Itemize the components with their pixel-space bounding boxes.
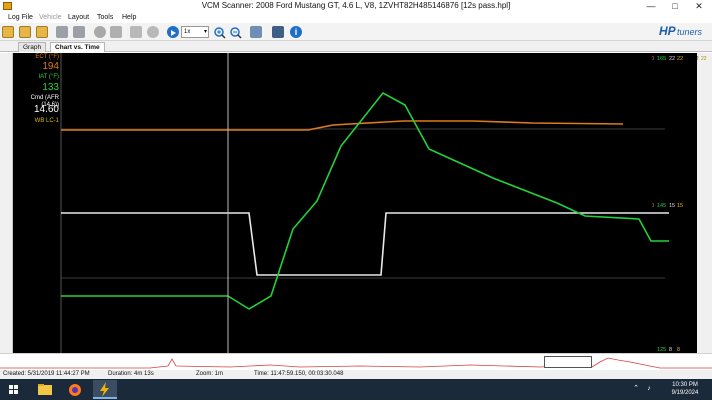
zoom-out-icon[interactable] [230,26,242,39]
menu-bar: Log File Vehicle Layout Tools Help [0,12,712,23]
folder-icon [38,384,52,395]
iat-series-line [61,91,669,310]
taskbar-file-explorer[interactable] [33,380,57,399]
channels-icon[interactable] [130,26,142,38]
volume-icon[interactable]: ♪ [645,385,653,393]
iat-value: 133 [42,82,59,93]
scale-top-wb-label: 22 [677,56,683,62]
zoom-out-glyph [230,27,242,39]
logo-hp: HP [659,24,676,38]
tab-graph[interactable]: Graph [18,42,47,52]
save-icon[interactable] [272,26,284,38]
scale-top-iat-label: 165 [657,56,666,62]
stop-icon[interactable] [110,26,122,38]
record-icon[interactable] [94,26,106,38]
open-folder-icon[interactable] [2,26,14,38]
taskbar-time: 10:30 PM [672,382,698,388]
window-title: VCM Scanner: 2008 Ford Mustang GT, 4.6 L… [201,1,511,10]
minimize-button[interactable]: — [640,0,662,12]
layout-icon[interactable] [250,26,262,38]
log-overview-strip[interactable] [0,353,712,370]
title-bar: VCM Scanner: 2008 Ford Mustang GT, 4.6 L… [0,0,712,12]
close-button[interactable]: ✕ [688,0,710,12]
playback-speed-value: 1x [184,29,191,35]
hptuners-logo: HP tuners [655,24,711,40]
wb-label: WB LC-1 [34,118,59,124]
menu-help[interactable]: Help [122,12,136,23]
scale-mid-afr-label: 15 [669,203,675,209]
menu-layout[interactable]: Layout [68,12,89,23]
open-log-icon[interactable] [19,26,31,38]
menu-tools[interactable]: Tools [97,12,113,23]
taskbar-firefox[interactable] [63,380,87,399]
zoom-in-glyph [214,27,226,39]
taskbar-date: 9/19/2024 [671,390,699,396]
status-zoom: Zoom: 1m [196,371,224,377]
taskbar-clock[interactable]: 10:30 PM 9/19/2024 [660,381,710,397]
ect-value: 194 [42,61,59,72]
ect-label: ECT (°F) [35,54,59,60]
chart-plot[interactable] [13,53,697,353]
status-duration: Duration: 4m 13s [108,371,154,377]
status-bar: Created: 5/31/2019 11:44:27 PM Duration:… [0,370,712,379]
overview-viewport-box[interactable] [544,356,592,368]
vcm-scanner-window: VCM Scanner: 2008 Ford Mustang GT, 4.6 L… [0,0,712,400]
windows-logo-icon [9,385,18,394]
maximize-button[interactable]: □ [664,0,686,12]
tab-chart-vs-time[interactable]: Chart vs. Time [50,42,105,52]
zoom-in-icon[interactable] [214,26,226,39]
left-panel-strip [0,53,13,353]
playback-speed-select[interactable]: 1x ▾ [181,26,209,38]
afr-value: 14.60 [33,104,59,115]
chart-area[interactable]: ECT (°F) 194 IAT (°F) 133 Cmd (AFR (14.6… [13,53,697,353]
chevron-down-icon: ▾ [203,29,207,35]
status-created: Created: 5/31/2019 11:44:27 PM [3,371,90,377]
scale-mid-ect-label: 150 [652,203,654,209]
vehicle-icon[interactable] [56,26,68,38]
channel-labels: ECT (°F) 194 IAT (°F) 133 Cmd (AFR (14.6… [13,53,61,133]
overview-sparkline [0,357,712,369]
info-icon[interactable]: i [290,26,302,38]
scale-mid-wb-label: 15 [677,203,683,209]
play-glyph [171,30,176,36]
overview-trace-right [591,357,712,369]
iat-label: IAT (°F) [38,74,59,80]
tab-bar: Graph Chart vs. Time [0,41,712,52]
overview-trace [0,358,561,369]
save-log-icon[interactable] [36,26,48,38]
scale-top-ect-label: 240 [652,56,654,62]
scale-mid-iat-label: 145 [657,203,666,209]
taskbar-vcm-scanner[interactable] [93,380,117,399]
start-button[interactable] [2,380,26,399]
menu-log-file[interactable]: Log File [8,12,33,23]
firefox-icon [69,384,81,396]
status-time: Time: 11:47:59.150, 00:03:30.048 [254,371,344,377]
lightning-icon [100,382,109,397]
vehicle-connect-icon[interactable] [73,26,85,38]
logo-tuners: tuners [677,27,703,37]
afr-series-line [61,212,669,276]
menu-vehicle[interactable]: Vehicle [39,12,62,23]
settings-icon[interactable] [147,26,159,38]
tray-chevron-icon[interactable]: ⌃ [632,385,640,393]
scale-top-afr-label: 22 [669,56,675,62]
windows-taskbar: ⌃ ♪ 10:30 PM 9/19/2024 [0,379,712,400]
right-scale-values: 240 165 22 22 150 145 15 15 60 125 8 8 [652,56,683,353]
toolbar: 1x ▾ i [0,23,712,41]
play-icon[interactable] [167,26,179,38]
